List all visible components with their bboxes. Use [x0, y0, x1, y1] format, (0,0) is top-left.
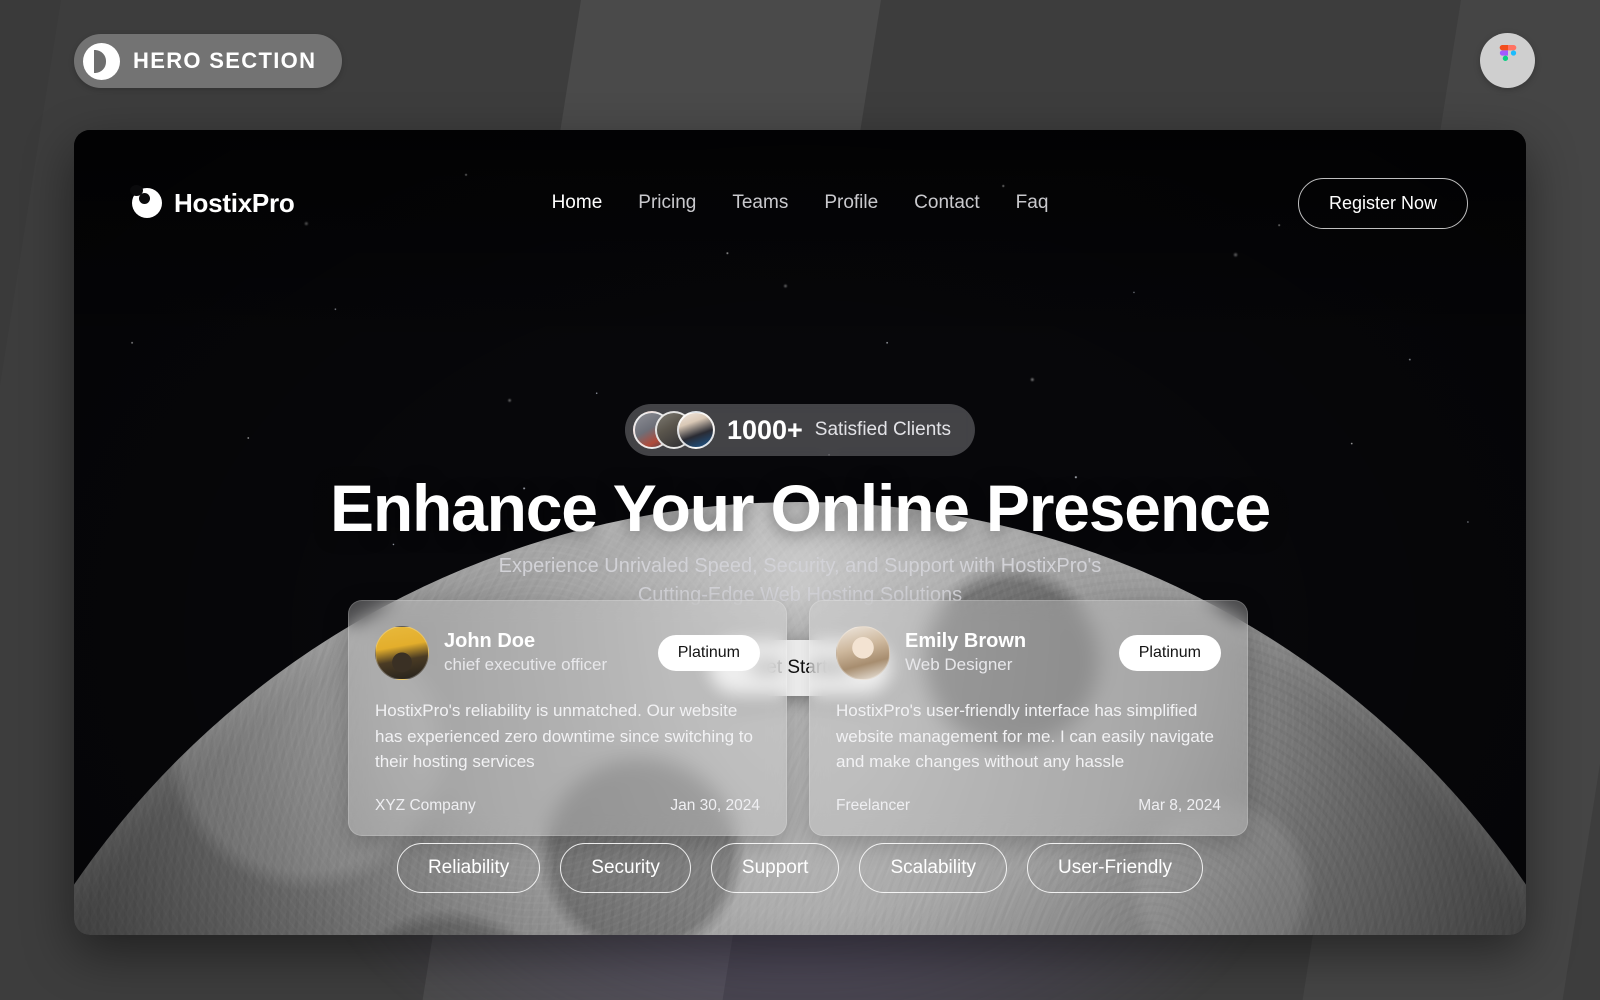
- tag-scalability[interactable]: Scalability: [859, 843, 1007, 893]
- nav-item-home[interactable]: Home: [552, 192, 603, 214]
- client-avatar-group: [632, 411, 715, 449]
- figma-logo-button[interactable]: [1480, 33, 1535, 88]
- tag-security[interactable]: Security: [560, 843, 691, 893]
- testimonial-company: XYZ Company: [375, 796, 476, 814]
- hero-section-badge-label: HERO SECTION: [133, 48, 317, 73]
- testimonial-role: chief executive officer: [444, 655, 608, 675]
- status-badge: Platinum: [1118, 635, 1221, 671]
- moon-logo-icon: [130, 185, 162, 218]
- testimonial-date: Mar 8, 2024: [1138, 796, 1221, 814]
- avatar: [676, 411, 715, 449]
- testimonial-role: Web Designer: [905, 655, 1013, 675]
- tag-reliability[interactable]: Reliability: [396, 843, 541, 893]
- clients-count: 1000+: [726, 414, 803, 445]
- avatar: [836, 626, 890, 680]
- testimonial-footer: Freelancer Mar 8, 2024: [836, 797, 1221, 815]
- testimonial-list: John Doe chief executive officer Platinu…: [348, 600, 1248, 836]
- hero-section-badge: HERO SECTION: [74, 34, 343, 88]
- nav-item-profile[interactable]: Profile: [824, 192, 878, 214]
- nav-links: Home Pricing Teams Profile Contact Faq: [552, 192, 1049, 214]
- background-band-left: [0, 0, 81, 1000]
- hero-card: HostixPro Home Pricing Teams Profile Con…: [74, 130, 1526, 935]
- register-now-button[interactable]: Register Now: [1297, 177, 1468, 229]
- nav-item-teams[interactable]: Teams: [732, 192, 788, 214]
- status-badge: Platinum: [657, 635, 760, 671]
- brand-name: HostixPro: [174, 187, 295, 218]
- testimonial-header: John Doe chief executive officer Platinu…: [375, 626, 760, 680]
- testimonial-card: Emily Brown Web Designer Platinum Hostix…: [809, 600, 1248, 836]
- avatar: [375, 626, 429, 680]
- testimonial-card: John Doe chief executive officer Platinu…: [348, 600, 787, 836]
- hero-navbar: HostixPro Home Pricing Teams Profile Con…: [74, 172, 1526, 234]
- brand[interactable]: HostixPro: [130, 185, 295, 219]
- testimonial-company: Freelancer: [836, 796, 911, 814]
- testimonial-quote: HostixPro's user-friendly interface has …: [836, 701, 1214, 771]
- clients-label: Satisfied Clients: [814, 419, 952, 440]
- figma-p-mark-icon: [83, 42, 120, 80]
- satisfied-clients-badge: 1000+ Satisfied Clients: [624, 404, 976, 456]
- testimonial-footer: XYZ Company Jan 30, 2024: [375, 797, 760, 815]
- testimonial-name: John Doe: [444, 630, 536, 653]
- tag-user-friendly[interactable]: User-Friendly: [1027, 843, 1204, 893]
- testimonial-header: Emily Brown Web Designer Platinum: [836, 626, 1221, 680]
- page-title: Enhance Your Online Presence: [330, 471, 1271, 545]
- testimonial-date: Jan 30, 2024: [670, 796, 760, 814]
- nav-item-faq[interactable]: Faq: [1016, 192, 1049, 214]
- feature-tags: Reliability Security Support Scalability…: [74, 843, 1526, 893]
- tag-support[interactable]: Support: [710, 843, 840, 893]
- figma-logo-icon: [1499, 44, 1516, 61]
- testimonial-name: Emily Brown: [905, 630, 1027, 653]
- nav-item-contact[interactable]: Contact: [914, 192, 979, 214]
- nav-item-pricing[interactable]: Pricing: [638, 192, 696, 214]
- testimonial-quote: HostixPro's reliability is unmatched. Ou…: [375, 701, 753, 771]
- hero-subtitle-line-1: Experience Unrivaled Speed, Security, an…: [498, 555, 1102, 577]
